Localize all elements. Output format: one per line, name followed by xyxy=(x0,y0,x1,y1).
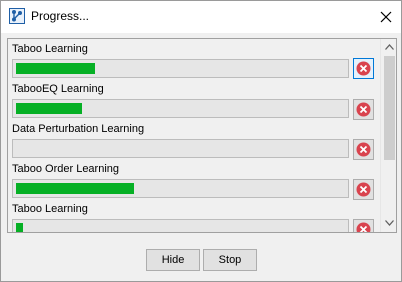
progress-fill xyxy=(16,103,82,114)
task-label: Taboo Order Learning xyxy=(12,163,120,175)
progress-bar xyxy=(12,179,349,198)
stop-button[interactable]: Stop xyxy=(203,249,257,271)
title-bar: Progress... xyxy=(1,1,401,33)
task-label: Data Perturbation Learning xyxy=(12,123,145,135)
task-label: TabooEQ Learning xyxy=(12,83,104,95)
chevron-up-icon xyxy=(385,44,394,50)
hide-button[interactable]: Hide xyxy=(146,249,200,271)
progress-fill xyxy=(16,63,95,74)
vertical-scrollbar[interactable] xyxy=(380,39,396,232)
cancel-icon xyxy=(356,142,371,157)
cancel-task-button[interactable] xyxy=(353,99,374,120)
progress-bar xyxy=(12,219,349,232)
cancel-task-button[interactable] xyxy=(353,58,374,79)
scroll-thumb[interactable] xyxy=(384,56,395,160)
progress-bar xyxy=(12,139,349,158)
chevron-down-icon xyxy=(385,220,394,226)
progress-fill xyxy=(16,223,23,232)
cancel-icon xyxy=(356,222,371,232)
cancel-task-button[interactable] xyxy=(353,219,374,232)
cancel-icon xyxy=(356,61,371,76)
task-label: Taboo Learning xyxy=(12,43,88,55)
task-label: Taboo Learning xyxy=(12,203,88,215)
cancel-icon xyxy=(356,102,371,117)
progress-dialog: Progress... Taboo Learning TabooEQ Learn… xyxy=(0,0,402,282)
network-graph-icon xyxy=(9,8,25,24)
close-button[interactable] xyxy=(371,5,401,29)
cancel-icon xyxy=(356,182,371,197)
scroll-down-button[interactable] xyxy=(381,215,396,232)
progress-bar xyxy=(12,59,349,78)
progress-bar xyxy=(12,99,349,118)
task-list: Taboo Learning TabooEQ Learning Data Per… xyxy=(7,38,397,233)
cancel-task-button[interactable] xyxy=(353,179,374,200)
scroll-up-button[interactable] xyxy=(381,39,396,56)
close-icon xyxy=(380,11,392,23)
cancel-task-button[interactable] xyxy=(353,139,374,160)
window-title: Progress... xyxy=(31,9,90,23)
progress-fill xyxy=(16,183,134,194)
